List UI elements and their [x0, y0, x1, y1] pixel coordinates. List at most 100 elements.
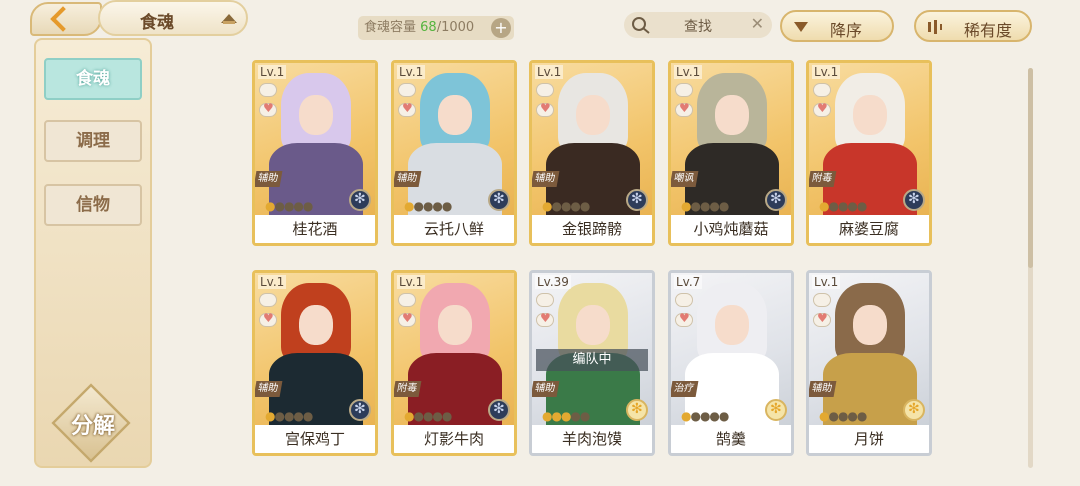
character-portrait: Lv.7 治疗 ●●●●● — [671, 273, 791, 425]
level-label: Lv.1 — [397, 65, 426, 79]
character-face — [299, 305, 333, 345]
heart-icon — [398, 101, 416, 117]
rarity-filter-button[interactable]: 稀有度 — [914, 10, 1032, 42]
sidebar-item-tokens[interactable]: 信物 — [44, 184, 142, 226]
star-rating: ●●●●● — [681, 199, 729, 213]
capacity-max: /1000 — [436, 20, 475, 35]
sort-order-label: 降序 — [830, 21, 863, 40]
role-tag: 附毒 — [809, 171, 837, 187]
bowl-icon — [813, 83, 831, 97]
clear-search-icon[interactable]: ✕ — [751, 14, 764, 33]
star-empty-icon: ●●●● — [274, 409, 313, 423]
card-name: 宫保鸡丁 — [255, 425, 375, 453]
food-soul-card[interactable]: Lv.1 辅助 ●●●●● 金银蹄髈 — [529, 60, 655, 246]
food-soul-card[interactable]: Lv.39 辅助 ●●●●● 编队中 羊肉泡馍 — [529, 270, 655, 456]
food-soul-card[interactable]: Lv.1 附毒 ●●●●● 灯影牛肉 — [391, 270, 517, 456]
food-soul-card[interactable]: Lv.1 辅助 ●●●●● 桂花酒 — [252, 60, 378, 246]
rarity-icon — [928, 20, 942, 34]
role-tag: 辅助 — [809, 381, 837, 397]
star-empty-icon: ●● — [570, 409, 590, 423]
bowl-icon — [813, 293, 831, 307]
role-tag: 辅助 — [255, 171, 283, 187]
scrollbar[interactable] — [1028, 68, 1033, 468]
food-soul-card[interactable]: Lv.7 治疗 ●●●●● 鹄羹 — [668, 270, 794, 456]
star-filled-icon: ●●● — [542, 409, 571, 423]
element-badge-icon — [349, 399, 371, 421]
level-label: Lv.1 — [535, 65, 564, 79]
page-title: 食魂 — [140, 13, 174, 33]
star-rating: ●●●●● — [404, 409, 452, 423]
element-badge-icon — [903, 189, 925, 211]
sidebar-item-food-souls[interactable]: 食魂 — [44, 58, 142, 100]
hat-icon[interactable] — [220, 12, 238, 24]
star-rating: ●●●●● — [265, 409, 313, 423]
role-tag: 附毒 — [394, 381, 422, 397]
element-badge-icon — [626, 189, 648, 211]
heart-icon — [259, 311, 277, 327]
scroll-thumb[interactable] — [1028, 68, 1033, 268]
decompose-button[interactable]: 分解 — [50, 383, 136, 463]
element-badge-icon — [488, 189, 510, 211]
title-tab: 食魂 — [98, 0, 248, 36]
character-portrait: Lv.1 辅助 ●●●●● — [532, 63, 652, 215]
search-input[interactable]: 查找 ✕ — [624, 12, 772, 38]
element-badge-icon — [349, 189, 371, 211]
star-empty-icon: ●●●● — [413, 199, 452, 213]
character-portrait: Lv.1 辅助 ●●●●● — [255, 63, 375, 215]
star-rating: ●●●●● — [542, 409, 590, 423]
character-face — [715, 95, 749, 135]
star-empty-icon: ●●●● — [274, 199, 313, 213]
character-portrait: Lv.1 辅助 ●●●●● — [809, 273, 929, 425]
sidebar: 食魂 调理 信物 分解 — [34, 38, 152, 468]
food-soul-card[interactable]: Lv.1 嘲讽 ●●●●● 小鸡炖蘑菇 — [668, 60, 794, 246]
role-tag: 治疗 — [671, 381, 699, 397]
food-soul-card[interactable]: Lv.1 辅助 ●●●●● 宫保鸡丁 — [252, 270, 378, 456]
role-tag: 辅助 — [394, 171, 422, 187]
element-badge-icon — [765, 189, 787, 211]
capacity-current: 68 — [420, 20, 437, 35]
food-soul-card[interactable]: Lv.1 辅助 ●●●●● 月饼 — [806, 270, 932, 456]
character-face — [438, 305, 472, 345]
sort-order-button[interactable]: 降序 — [780, 10, 894, 42]
level-label: Lv.1 — [812, 275, 841, 289]
card-name: 桂花酒 — [255, 215, 375, 243]
bowl-icon — [259, 293, 277, 307]
star-rating: ●●●●● — [542, 199, 590, 213]
star-empty-icon: ●●●● — [413, 409, 452, 423]
star-rating: ●●●●● — [819, 199, 867, 213]
level-label: Lv.1 — [397, 275, 426, 289]
bowl-icon — [675, 293, 693, 307]
character-face — [438, 95, 472, 135]
capacity-label: 食魂容量 — [364, 20, 417, 35]
bowl-icon — [398, 83, 416, 97]
star-empty-icon: ●●●● — [828, 199, 867, 213]
top-bar: 食魂 食魂容量 68/1000 + 查找 ✕ 降序 稀有度 — [0, 0, 1080, 50]
search-icon — [632, 17, 650, 34]
decompose-label: 分解 — [70, 413, 115, 439]
heart-icon — [259, 101, 277, 117]
food-soul-card[interactable]: Lv.1 附毒 ●●●●● 麻婆豆腐 — [806, 60, 932, 246]
card-name: 月饼 — [809, 425, 929, 453]
bowl-icon — [675, 83, 693, 97]
heart-icon — [536, 311, 554, 327]
bowl-icon — [536, 83, 554, 97]
back-arrow-icon — [50, 6, 76, 32]
role-tag: 辅助 — [532, 381, 560, 397]
card-name: 鹄羹 — [671, 425, 791, 453]
heart-icon — [813, 101, 831, 117]
element-badge-icon — [765, 399, 787, 421]
star-empty-icon: ●●●● — [828, 409, 867, 423]
back-button[interactable] — [30, 2, 102, 36]
level-label: Lv.1 — [258, 275, 287, 289]
add-capacity-button[interactable]: + — [491, 18, 511, 38]
card-name: 云托八鲜 — [394, 215, 514, 243]
food-soul-card[interactable]: Lv.1 辅助 ●●●●● 云托八鲜 — [391, 60, 517, 246]
star-rating: ●●●●● — [819, 409, 867, 423]
character-face — [576, 95, 610, 135]
character-face — [853, 305, 887, 345]
bowl-icon — [259, 83, 277, 97]
sidebar-item-recipes[interactable]: 调理 — [44, 120, 142, 162]
character-portrait: Lv.1 辅助 ●●●●● — [255, 273, 375, 425]
sort-down-icon — [794, 22, 808, 32]
in-team-tag: 编队中 — [536, 349, 648, 371]
